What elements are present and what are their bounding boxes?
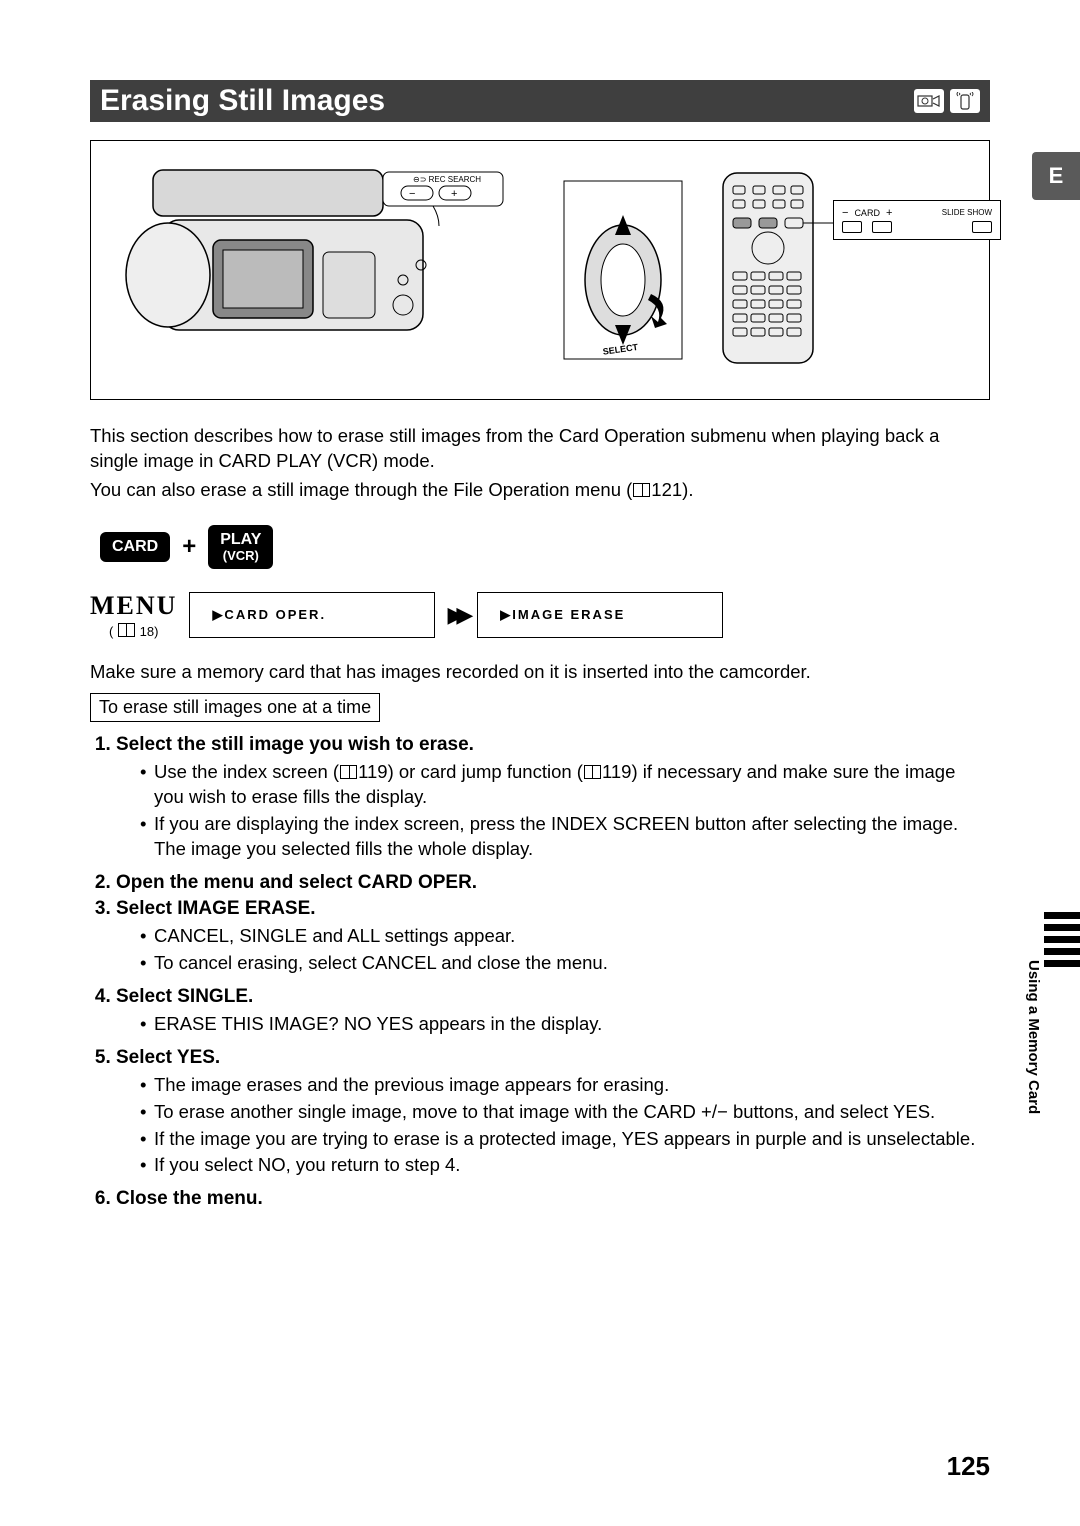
- page: E Erasing Still Images ⊖⊃ REC SEARCH: [0, 0, 1080, 1526]
- card-label: CARD: [854, 208, 880, 218]
- step-1-title: Select the still image you wish to erase…: [116, 734, 474, 755]
- step-5-sub-4: If you select NO, you return to step 4.: [140, 1153, 990, 1178]
- menu-label: MENU: [90, 591, 177, 621]
- text: ) or card jump function (: [388, 761, 583, 782]
- section-title-bar: Erasing Still Images: [90, 80, 990, 122]
- svg-text:⊖⊃ REC SEARCH: ⊖⊃ REC SEARCH: [413, 175, 481, 184]
- step-1-sub-2: If you are displaying the index screen, …: [140, 812, 990, 862]
- step-5-title: Select YES.: [116, 1047, 220, 1068]
- side-index-bars: [1044, 912, 1080, 972]
- text: Use the index screen (: [154, 761, 339, 782]
- card-mode-badge: CARD: [100, 532, 170, 562]
- menu-step-image-erase: ▶IMAGE ERASE: [477, 592, 723, 638]
- book-ref-icon: [584, 765, 601, 779]
- step-4-sub-1: ERASE THIS IMAGE? NO YES appears in the …: [140, 1012, 990, 1037]
- slide-show-label: SLIDE SHOW: [942, 209, 992, 217]
- pre-step-note: Make sure a memory card that has images …: [90, 661, 990, 683]
- title-icons: [914, 89, 980, 113]
- language-tab: E: [1032, 152, 1080, 200]
- step-3: Select IMAGE ERASE. CANCEL, SINGLE and A…: [116, 898, 990, 976]
- remote-illustration: [703, 168, 833, 368]
- intro-line-2b: ).: [682, 479, 693, 500]
- remote-mode-icon: [950, 89, 980, 113]
- menu-navigation-row: MENU ( 18) ▶CARD OPER. ▶▶ ▶IMAGE ERASE: [90, 591, 990, 639]
- intro-line-1: This section describes how to erase stil…: [90, 424, 990, 474]
- select-dial-illustration: SELECT: [563, 180, 683, 360]
- mode-badge-row: CARD + PLAY (VCR): [100, 525, 990, 569]
- step-5: Select YES. The image erases and the pre…: [116, 1047, 990, 1179]
- menu-ref-num: 18): [140, 624, 159, 639]
- camcorder-illustration: ⊖⊃ REC SEARCH − +: [103, 160, 543, 380]
- plus-icon: +: [182, 533, 196, 561]
- step-list: Select the still image you wish to erase…: [90, 734, 990, 1211]
- illustration-panel: ⊖⊃ REC SEARCH − + SELECT: [90, 140, 990, 400]
- step-5-sub-3: If the image you are trying to erase is …: [140, 1127, 990, 1152]
- intro-paragraph: This section describes how to erase stil…: [90, 424, 990, 503]
- book-ref-icon: [340, 765, 357, 779]
- play-vcr-mode-badge: PLAY (VCR): [208, 525, 273, 569]
- card-plus-button-icon: [872, 221, 892, 233]
- remote-callout-box: − CARD + SLIDE SHOW: [833, 200, 1001, 240]
- card-minus-button-icon: [842, 221, 862, 233]
- step-3-sub-2: To cancel erasing, select CANCEL and clo…: [140, 951, 990, 976]
- play-label: PLAY: [220, 531, 261, 549]
- step-4: Select SINGLE. ERASE THIS IMAGE? NO YES …: [116, 986, 990, 1037]
- step-4-title: Select SINGLE.: [116, 986, 253, 1007]
- procedure-subheader: To erase still images one at a time: [90, 693, 380, 722]
- side-chapter-label: Using a Memory Card: [1025, 960, 1042, 1114]
- card-plus-label: +: [886, 207, 892, 219]
- step-5-sub-1: The image erases and the previous image …: [140, 1073, 990, 1098]
- svg-text:−: −: [409, 188, 415, 200]
- book-ref-icon: [633, 483, 650, 497]
- menu-step-card-oper: ▶CARD OPER.: [189, 592, 435, 638]
- menu-page-ref: ( 18): [109, 623, 158, 639]
- step-2: Open the menu and select CARD OPER.: [116, 872, 990, 894]
- step-5-sub-2: To erase another single image, move to t…: [140, 1100, 990, 1125]
- ref: 119: [602, 761, 632, 782]
- menu-label-block: MENU ( 18): [90, 591, 177, 639]
- step-1: Select the still image you wish to erase…: [116, 734, 990, 862]
- camcorder-mode-icon: [914, 89, 944, 113]
- step-3-sub-1: CANCEL, SINGLE and ALL settings appear.: [140, 924, 990, 949]
- page-number: 125: [947, 1451, 990, 1482]
- ref: 119: [358, 761, 388, 782]
- slide-show-button-icon: [972, 221, 992, 233]
- nav-arrow-icon: ▶▶: [447, 602, 465, 628]
- intro-ref-num: 121: [651, 479, 682, 500]
- intro-line-2: You can also erase a still image through…: [90, 478, 990, 503]
- step-6: Close the menu.: [116, 1188, 990, 1210]
- step-3-title: Select IMAGE ERASE.: [116, 898, 316, 919]
- step-1-sub-1: Use the index screen (119) or card jump …: [140, 760, 990, 810]
- svg-text:+: +: [451, 188, 457, 200]
- book-ref-icon: [118, 623, 135, 637]
- card-minus-label: −: [842, 207, 848, 219]
- vcr-label: (VCR): [220, 549, 261, 563]
- section-title: Erasing Still Images: [100, 84, 385, 118]
- intro-line-2a: You can also erase a still image through…: [90, 479, 632, 500]
